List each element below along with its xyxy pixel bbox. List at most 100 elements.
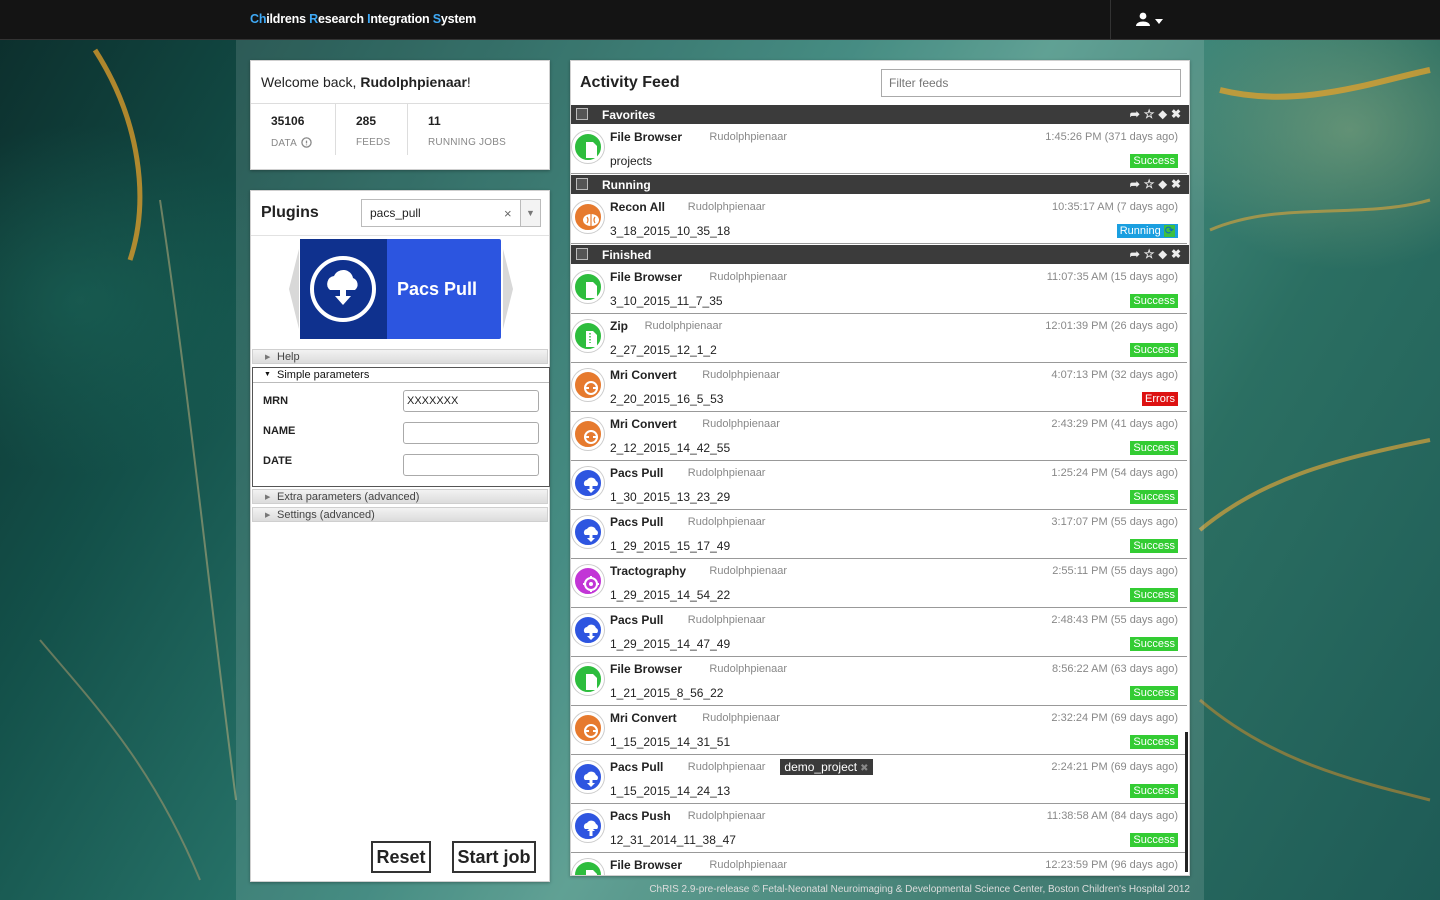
start-job-button[interactable]: Start job <box>452 841 536 873</box>
reset-button[interactable]: Reset <box>371 841 431 873</box>
tag-icon[interactable]: ⬥ <box>1159 107 1171 121</box>
feed-item-plugin-name[interactable]: File Browser <box>610 858 682 872</box>
clear-icon[interactable]: × <box>504 206 512 221</box>
feed-item-plugin-icon[interactable] <box>572 859 604 875</box>
feed-item-plugin-name[interactable]: Pacs Pull <box>610 613 663 627</box>
feed-item[interactable]: Mri Convert Rudolphpienaar 4:07:13 PM (32 … <box>571 363 1187 412</box>
feed-item-name[interactable]: 1_21_2015_8_56_22 <box>610 686 723 700</box>
feed-item-plugin-name[interactable]: Zip <box>610 319 628 333</box>
tag-icon[interactable]: ⬥ <box>1159 247 1171 261</box>
feed-item-plugin-name[interactable]: Mri Convert <box>610 711 677 725</box>
feed-item-plugin-name[interactable]: Mri Convert <box>610 417 677 431</box>
share-icon[interactable]: ➦ <box>1130 177 1144 191</box>
feed-item-plugin-name[interactable]: Pacs Pull <box>610 760 663 774</box>
help-circle-icon[interactable] <box>301 137 313 148</box>
feed-item-plugin-name[interactable]: File Browser <box>610 662 682 676</box>
feed-item-tag[interactable]: demo_project ✖ <box>780 759 873 775</box>
feed-item-name[interactable]: 1_30_2015_13_23_29 <box>610 490 730 504</box>
feed-item[interactable]: Tractography Rudolphpienaar 2:55:11 PM (55… <box>571 559 1187 608</box>
feed-item-name[interactable]: 3_18_2015_10_35_18 <box>610 224 730 238</box>
group-select-checkbox[interactable] <box>576 248 588 260</box>
feed-item[interactable]: Mri Convert Rudolphpienaar 2:32:24 PM (69 … <box>571 706 1187 755</box>
feed-item-name[interactable]: projects <box>610 154 652 168</box>
carousel-prev-arrow[interactable] <box>289 249 299 329</box>
feed-item-plugin-name[interactable]: Recon All <box>610 200 665 214</box>
feed-item-name[interactable]: 2_27_2015_12_1_2 <box>610 343 717 357</box>
feed-item-name[interactable]: 1_15_2015_14_31_51 <box>610 735 730 749</box>
user-icon <box>1136 12 1150 26</box>
close-icon[interactable]: ✖ <box>1171 247 1185 261</box>
feed-item-plugin-name[interactable]: File Browser <box>610 270 682 284</box>
feed-item-name[interactable]: 1_29_2015_15_17_49 <box>610 539 730 553</box>
feed-item-name[interactable]: 1_15_2015_14_24_13 <box>610 784 730 798</box>
feed-item-plugin-name[interactable]: Pacs Pull <box>610 466 663 480</box>
feed-item[interactable]: Pacs Pull Rudolphpienaar 1:25:24 PM (54 da… <box>571 461 1187 510</box>
close-icon[interactable]: ✖ <box>1171 107 1185 121</box>
feed-item[interactable]: Pacs Pull Rudolphpienaar 3:17:07 PM (55 da… <box>571 510 1187 559</box>
feed-item-name[interactable]: 12_31_2014_11_38_47 <box>610 833 736 847</box>
feed-item-plugin-icon[interactable] <box>572 663 604 695</box>
feed-item[interactable]: File Browser Rudolphpienaar 1:45:26 PM (37… <box>571 125 1187 174</box>
feed-item-plugin-name[interactable]: Pacs Pull <box>610 515 663 529</box>
plugin-select[interactable]: pacs_pull × ▼ <box>361 199 541 227</box>
feed-item-name[interactable]: 2_12_2015_14_42_55 <box>610 441 730 455</box>
feed-item-plugin-name[interactable]: File Browser <box>610 130 682 144</box>
feed-item-plugin-icon[interactable] <box>572 369 604 401</box>
plugin-tile-pacs-pull[interactable]: Pacs Pull <box>300 239 501 339</box>
feed-item-name[interactable]: 3_10_2015_11_7_35 <box>610 294 723 308</box>
star-icon[interactable]: ☆ <box>1144 107 1159 121</box>
feed-item-plugin-icon[interactable] <box>572 467 604 499</box>
feed-item[interactable]: File Browser Rudolphpienaar 8:56:22 AM (63… <box>571 657 1187 706</box>
feed-item[interactable]: Mri Convert Rudolphpienaar 2:43:29 PM (41 … <box>571 412 1187 461</box>
section-settings[interactable]: ▶ Settings (advanced) <box>252 507 548 522</box>
feed-item-plugin-name[interactable]: Mri Convert <box>610 368 677 382</box>
feed-item-name[interactable]: 1_29_2015_14_54_22 <box>610 588 730 602</box>
feed-item[interactable]: File Browser Rudolphpienaar 12:23:59 PM (9… <box>571 853 1187 875</box>
param-date-input[interactable] <box>403 454 539 476</box>
feed-item-plugin-icon[interactable] <box>572 810 604 842</box>
feed-item-plugin-icon[interactable] <box>572 131 604 163</box>
section-help[interactable]: ▶ Help <box>252 349 548 364</box>
star-icon[interactable]: ☆ <box>1144 177 1159 191</box>
feed-item-plugin-name[interactable]: Pacs Push <box>610 809 671 823</box>
feed-item-name[interactable]: 2_20_2015_16_5_53 <box>610 392 723 406</box>
feed-item[interactable]: Pacs Push Rudolphpienaar 11:38:58 AM (84 d… <box>571 804 1187 853</box>
stat-running-jobs[interactable]: 11 RUNNING JOBS <box>407 103 549 155</box>
feed-item[interactable]: Pacs Pull Rudolphpienaar 2:48:43 PM (55 da… <box>571 608 1187 657</box>
carousel-next-arrow[interactable] <box>503 249 513 329</box>
param-name-input[interactable] <box>403 422 539 444</box>
share-icon[interactable]: ➦ <box>1130 247 1144 261</box>
close-icon[interactable]: ✖ <box>1171 177 1185 191</box>
feed-item-plugin-icon[interactable] <box>572 418 604 450</box>
stat-data[interactable]: 35106 DATA <box>251 103 335 155</box>
stat-feeds[interactable]: 285 FEEDS <box>335 103 407 155</box>
share-icon[interactable]: ➦ <box>1130 107 1144 121</box>
chevron-down-icon[interactable]: ▼ <box>520 200 540 226</box>
brand-title[interactable]: Childrens Research Integration System <box>250 12 476 26</box>
section-simple-header[interactable]: ▼ Simple parameters <box>253 368 549 383</box>
feed-item-plugin-icon[interactable] <box>572 761 604 793</box>
feed-item-plugin-icon[interactable] <box>572 712 604 744</box>
group-select-checkbox[interactable] <box>576 178 588 190</box>
feed-item-plugin-icon[interactable] <box>572 614 604 646</box>
feed-item-plugin-icon[interactable] <box>572 565 604 597</box>
feed-scrollbar[interactable] <box>1185 732 1188 872</box>
feed-item-plugin-icon[interactable] <box>572 201 604 233</box>
feed-item-plugin-icon[interactable] <box>572 516 604 548</box>
star-icon[interactable]: ☆ <box>1144 247 1159 261</box>
tag-icon[interactable]: ⬥ <box>1159 177 1171 191</box>
feed-item-plugin-icon[interactable] <box>572 320 604 352</box>
feed-item[interactable]: Recon All Rudolphpienaar 10:35:17 AM (7 da… <box>571 195 1187 244</box>
user-menu-button[interactable] <box>1136 11 1166 29</box>
feed-item-plugin-name[interactable]: Tractography <box>610 564 686 578</box>
remove-tag-icon[interactable]: ✖ <box>860 763 868 774</box>
feed-item-plugin-icon[interactable] <box>572 271 604 303</box>
filter-feeds-input[interactable] <box>881 69 1181 97</box>
section-extra-parameters[interactable]: ▶ Extra parameters (advanced) <box>252 489 548 504</box>
feed-item-name[interactable]: 1_29_2015_14_47_49 <box>610 637 730 651</box>
feed-item[interactable]: File Browser Rudolphpienaar 11:07:35 AM (1… <box>571 265 1187 314</box>
param-mrn-input[interactable] <box>403 390 539 412</box>
feed-item[interactable]: Pacs Pull Rudolphpienaar demo_project ✖ 2:24… <box>571 755 1187 804</box>
group-select-checkbox[interactable] <box>576 108 588 120</box>
feed-item[interactable]: Zip Rudolphpienaar 12:01:39 PM (26 days ag… <box>571 314 1187 363</box>
